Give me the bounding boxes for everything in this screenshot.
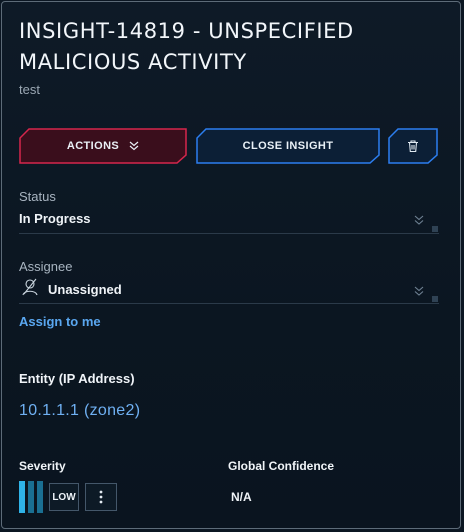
severity-badge: LOW [49, 483, 79, 511]
assignee-underline [19, 303, 439, 304]
severity-bar-2 [28, 481, 34, 513]
global-confidence-label: Global Confidence [228, 459, 335, 473]
severity-menu-button[interactable] [85, 483, 117, 511]
chevron-down-icon[interactable] [414, 213, 424, 231]
status-corner-marker [432, 226, 438, 232]
double-chevron-down-icon [129, 141, 139, 151]
entity-link[interactable]: 10.1.1.1 (zone2) [19, 402, 140, 420]
close-insight-button[interactable]: CLOSE INSIGHT [196, 128, 380, 164]
severity-bar-1 [19, 481, 25, 513]
entity-label: Entity (IP Address) [19, 371, 135, 386]
assign-to-me-link[interactable]: Assign to me [19, 314, 101, 329]
trash-icon [406, 139, 420, 153]
more-vertical-icon [99, 490, 103, 504]
severity-bar-3 [37, 481, 43, 513]
assignee-label: Assignee [19, 259, 73, 274]
no-user-icon [21, 278, 39, 296]
global-confidence-value: N/A [231, 490, 252, 504]
close-insight-label: CLOSE INSIGHT [242, 140, 334, 152]
actions-button[interactable]: ACTIONS [19, 128, 187, 164]
severity-bars [19, 481, 43, 513]
status-label: Status [19, 189, 56, 204]
actions-button-label: ACTIONS [66, 140, 120, 152]
severity-label: Severity [19, 459, 66, 473]
chevron-down-icon[interactable] [414, 284, 424, 302]
assignee-dropdown-value[interactable]: Unassigned [48, 282, 122, 297]
page-title: INSIGHT-14819 - UNSPECIFIED MALICIOUS AC… [19, 19, 354, 74]
status-underline [19, 233, 439, 234]
insight-panel: INSIGHT-14819 - UNSPECIFIED MALICIOUS AC… [1, 1, 461, 529]
delete-button[interactable] [388, 128, 438, 164]
status-dropdown-value[interactable]: In Progress [19, 211, 91, 226]
assignee-corner-marker [432, 296, 438, 302]
insight-subtitle: test [19, 82, 40, 97]
